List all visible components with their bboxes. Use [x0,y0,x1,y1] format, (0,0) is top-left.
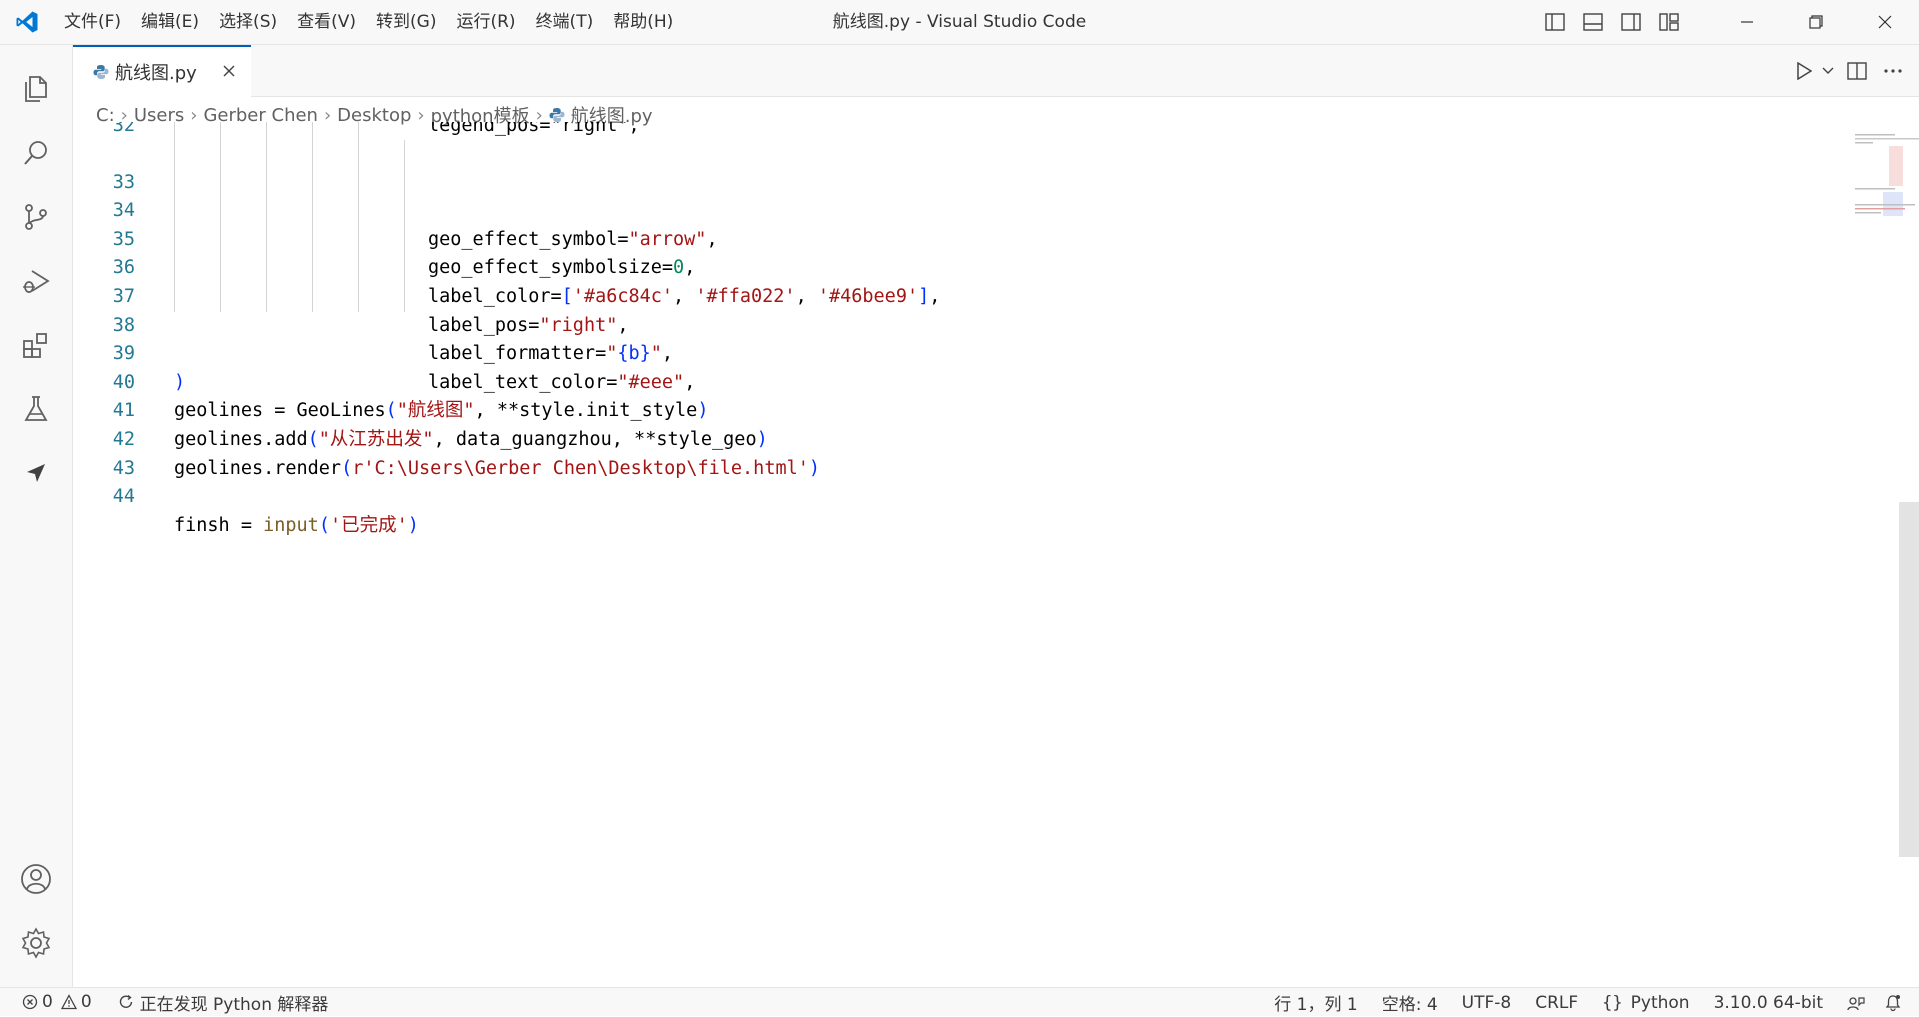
status-bar: 0 0 正在发现 Python 解释器 行 1，列 1 空格: 4 UTF-8 … [0,987,1919,1016]
error-count: 0 [42,992,53,1012]
python-interpreter-discovery[interactable]: 正在发现 Python 解释器 [110,988,337,1017]
code-line-32: 32 legend_pos="right", [73,122,1773,140]
function-token: input [263,514,319,536]
search-icon[interactable] [0,121,72,185]
code-lines: 32 legend_pos="right", 33 geo_effect_sym… [73,122,1773,536]
string-token: '已完成' [329,514,408,536]
code-text: legend_pos="right", [428,122,640,136]
menu-edit[interactable]: 编辑(E) [131,7,209,37]
language-mode[interactable]: {} Python [1590,988,1701,1017]
feedback-icon[interactable] [1835,988,1877,1017]
chevron-down-icon[interactable] [1817,45,1839,96]
code-line-42: 42 geolines.render(r'C:\Users\Gerber Che… [73,397,1773,479]
scrollbar-thumb[interactable] [1899,502,1919,857]
bracket-token: ( [318,514,330,536]
split-editor-icon[interactable] [1839,45,1875,96]
code-line-41: 41 geolines.add("从江苏出发", data_guangzhou,… [73,369,1773,450]
code-line-43: 43 [73,426,1773,479]
vscode-logo-icon [0,0,54,44]
menu-view[interactable]: 查看(V) [287,7,366,37]
customize-layout-icon[interactable] [1650,0,1688,44]
code-line-39: 39 ) [73,312,1773,393]
run-python-file-icon[interactable] [1791,45,1817,96]
line-number: 32 [112,122,135,136]
notifications-bell-icon[interactable] [1877,988,1919,1017]
menu-bar: 文件(F) 编辑(E) 选择(S) 查看(V) 转到(G) 运行(R) 终端(T… [54,0,683,44]
discovering-text: 正在发现 Python 解释器 [139,994,329,1015]
menu-terminal[interactable]: 终端(T) [526,7,604,37]
manage-gear-icon[interactable] [0,911,72,975]
close-icon[interactable] [219,61,239,81]
menu-file[interactable]: 文件(F) [54,7,131,37]
code-line-37: 37 label_formatter="{b}", [73,254,1773,364]
more-actions-icon[interactable] [1875,45,1911,96]
line-number: 44 [112,486,135,508]
source-control-icon[interactable] [0,185,72,249]
code-line-38: 38 label_text_color="#eee", [73,282,1773,393]
code-line-44: 44 finsh = input('已完成') [73,455,1773,536]
menu-run[interactable]: 运行(R) [446,7,525,37]
cursor-position[interactable]: 行 1，列 1 [1262,988,1369,1017]
code-line-40: 40 geolines = GeoLines("航线图", **style.in… [73,340,1773,422]
menu-selection[interactable]: 选择(S) [209,7,287,37]
close-window-icon[interactable] [1850,0,1919,44]
end-of-line[interactable]: CRLF [1523,988,1590,1017]
warning-icon [60,994,77,1010]
menu-help[interactable]: 帮助(H) [603,7,683,37]
problems-indicator[interactable]: 0 0 [0,988,100,1017]
error-icon [22,994,38,1010]
warning-count: 0 [80,992,92,1012]
braces-icon: {} [1602,992,1623,1013]
minimize-icon[interactable] [1712,0,1781,44]
sync-spinner-icon [119,994,132,1008]
title-bar: 文件(F) 编辑(E) 选择(S) 查看(V) 转到(G) 运行(R) 终端(T… [0,0,1919,45]
language-label: Python [1630,992,1690,1013]
code-line-35: 35 label_color=['#a6c84c', '#ffa022', '#… [73,197,1773,307]
code-line-34: 34 geo_effect_symbolsize=0, [73,168,1773,278]
tab-hangxiantu-py[interactable]: 航线图.py [73,45,251,97]
extensions-icon[interactable] [0,313,72,377]
accounts-icon[interactable] [0,847,72,911]
code-editor[interactable]: 32 legend_pos="right", 33 geo_effect_sym… [73,122,1919,987]
activity-bar [0,45,73,987]
toggle-primary-sidebar-icon[interactable] [1536,0,1574,44]
bracket-token: ) [407,514,419,536]
code-token: finsh = [174,514,264,536]
menu-go[interactable]: 转到(G) [366,7,446,37]
editor-tab-bar: 航线图.py [73,45,1919,97]
python-file-icon [93,64,109,80]
toggle-secondary-sidebar-icon[interactable] [1612,0,1650,44]
testing-icon[interactable] [0,377,72,441]
indentation[interactable]: 空格: 4 [1370,988,1450,1017]
vertical-scrollbar[interactable] [1899,132,1919,987]
python-interpreter[interactable]: 3.10.0 64-bit [1702,988,1835,1017]
code-line-33: 33 geo_effect_symbol="arrow", [73,140,1773,250]
code-line-36: 36 label_pos="right", [73,225,1773,336]
tab-label: 航线图.py [115,63,197,84]
remote-icon[interactable] [0,441,72,505]
run-debug-icon[interactable] [0,249,72,313]
toggle-panel-icon[interactable] [1574,0,1612,44]
encoding[interactable]: UTF-8 [1450,988,1524,1017]
python-file-icon [549,107,565,123]
explorer-icon[interactable] [0,57,72,121]
restore-icon[interactable] [1781,0,1850,44]
